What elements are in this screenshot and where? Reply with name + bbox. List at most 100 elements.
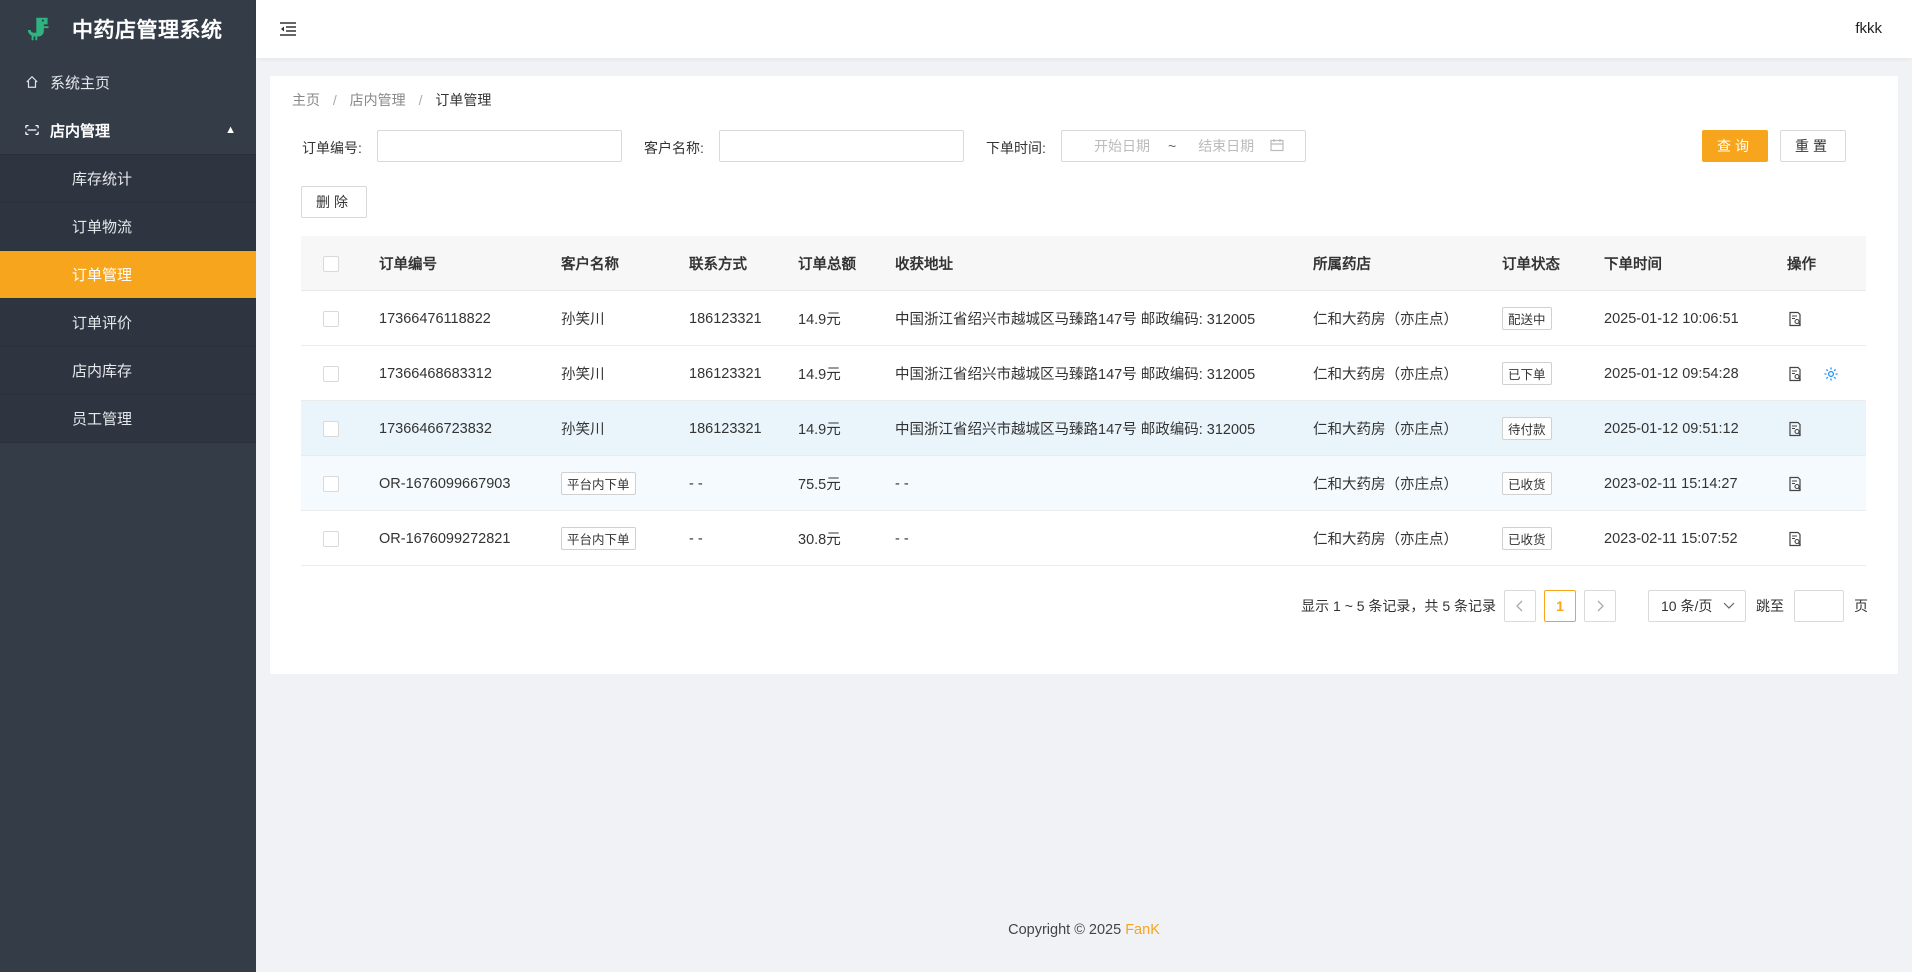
breadcrumb-current: 订单管理	[435, 92, 492, 108]
collapse-menu-icon[interactable]	[278, 19, 298, 39]
sidebar-group-label: 店内管理	[50, 122, 111, 140]
order-no-cell: 17366468683312	[379, 365, 492, 382]
column-header: 订单总额	[798, 257, 856, 273]
table-row[interactable]: OR-1676099667903 平台内下单 - - 75.5元 - - 仁和大…	[301, 456, 1866, 511]
table-row[interactable]: OR-1676099272821 平台内下单 - - 30.8元 - - 仁和大…	[301, 511, 1866, 566]
column-header: 订单编号	[379, 257, 437, 273]
order-no-cell: 17366476118822	[379, 310, 491, 327]
store-cell: 仁和大药房（亦庄点）	[1313, 477, 1458, 493]
start-date-placeholder: 开始日期	[1094, 138, 1150, 154]
customer-name-cell: 孙笑川	[561, 312, 605, 328]
table-row[interactable]: 17366476118822 孙笑川 186123321 14.9元 中国浙江省…	[301, 291, 1866, 346]
status-badge: 待付款	[1502, 417, 1552, 440]
sidebar-item-order-reviews[interactable]: 订单评价	[0, 299, 256, 347]
top-header: fkkk	[256, 0, 1912, 58]
order-no-cell: OR-1676099272821	[379, 530, 511, 547]
sidebar-item-home[interactable]: 系统主页	[0, 58, 256, 106]
prev-page-button[interactable]	[1504, 590, 1536, 622]
next-page-button[interactable]	[1584, 590, 1616, 622]
column-header: 所属药店	[1313, 257, 1371, 273]
sidebar-group-store-management[interactable]: 店内管理 ▲	[0, 106, 256, 154]
sidebar-item-staff-management[interactable]: 员工管理	[0, 395, 256, 443]
order-no-input[interactable]	[377, 130, 622, 162]
sidebar-item-store-inventory[interactable]: 店内库存	[0, 347, 256, 395]
view-detail-icon[interactable]	[1787, 421, 1803, 437]
column-header: 联系方式	[689, 257, 747, 273]
reset-button[interactable]: 重置	[1780, 130, 1846, 162]
date-range-separator: ~	[1168, 138, 1177, 154]
jump-page-input[interactable]	[1794, 590, 1844, 622]
store-cell: 仁和大药房（亦庄点）	[1313, 312, 1458, 328]
status-badge: 已收货	[1502, 472, 1552, 495]
table-header-row: 订单编号 客户名称 联系方式 订单总额 收获地址 所属药店 订单状态 下单时间 …	[301, 236, 1866, 291]
address-cell: - -	[895, 475, 909, 492]
store-cell: 仁和大药房（亦庄点）	[1313, 422, 1458, 438]
row-checkbox[interactable]	[323, 530, 339, 547]
view-detail-icon[interactable]	[1787, 476, 1803, 492]
sidebar: 中药店管理系统 系统主页 店内管理 ▲ 库存统计 订单物流 订单管理 订单评价 …	[0, 0, 256, 972]
sidebar-item-order-management[interactable]: 订单管理	[0, 251, 256, 299]
customer-name-label: 客户名称:	[644, 140, 704, 156]
address-cell: - -	[895, 530, 909, 547]
pagination: 显示 1 ~ 5 条记录，共 5 条记录 1 10 条/页 跳至 页	[1301, 590, 1868, 622]
amount-cell: 14.9元	[798, 367, 841, 383]
amount-cell: 14.9元	[798, 422, 841, 438]
select-all-checkbox[interactable]	[323, 255, 339, 272]
order-time-label: 下单时间:	[986, 140, 1046, 156]
breadcrumb-parent[interactable]: 店内管理	[350, 92, 406, 108]
pagination-summary: 显示 1 ~ 5 条记录，共 5 条记录	[1301, 598, 1496, 614]
sidebar-submenu: 库存统计 订单物流 订单管理 订单评价 店内库存 员工管理	[0, 154, 256, 443]
status-badge: 已下单	[1502, 362, 1552, 385]
chevron-left-icon	[1516, 600, 1523, 612]
page-suffix-label: 页	[1854, 598, 1868, 614]
phone-cell: - -	[689, 530, 703, 547]
view-detail-icon[interactable]	[1787, 531, 1803, 547]
sidebar-item-inventory-stats[interactable]: 库存统计	[0, 155, 256, 203]
address-cell: 中国浙江省绍兴市越城区马臻路147号 邮政编码: 312005	[895, 422, 1256, 438]
address-cell: 中国浙江省绍兴市越城区马臻路147号 邮政编码: 312005	[895, 312, 1256, 328]
app-title: 中药店管理系统	[72, 19, 223, 42]
order-time-cell: 2025-01-12 09:51:12	[1604, 420, 1739, 437]
phone-cell: 186123321	[689, 310, 762, 327]
status-badge: 配送中	[1502, 307, 1552, 330]
customer-name-cell: 孙笑川	[561, 367, 605, 383]
address-cell: 中国浙江省绍兴市越城区马臻路147号 邮政编码: 312005	[895, 367, 1256, 383]
table-row[interactable]: 17366468683312 孙笑川 186123321 14.9元 中国浙江省…	[301, 346, 1866, 401]
footer-brand-link[interactable]: FanK	[1125, 922, 1160, 938]
sidebar-item-order-logistics[interactable]: 订单物流	[0, 203, 256, 251]
customer-name-input[interactable]	[719, 130, 964, 162]
copyright-text: Copyright © 2025	[1008, 922, 1122, 938]
breadcrumb-home[interactable]: 主页	[292, 92, 320, 108]
row-checkbox[interactable]	[323, 475, 339, 492]
calendar-icon	[1270, 138, 1284, 155]
user-name[interactable]: fkkk	[1855, 20, 1882, 37]
row-checkbox[interactable]	[323, 365, 339, 382]
dinosaur-logo-icon	[27, 17, 49, 41]
breadcrumb-separator: /	[418, 92, 423, 108]
view-detail-icon[interactable]	[1787, 311, 1803, 327]
page-size-value: 10 条/页	[1661, 598, 1713, 614]
delete-button[interactable]: 删除	[301, 186, 367, 218]
order-no-cell: 17366466723832	[379, 420, 492, 437]
row-checkbox[interactable]	[323, 310, 339, 327]
end-date-placeholder: 结束日期	[1198, 138, 1255, 154]
main-card: 主页 / 店内管理 / 订单管理 订单编号: 客户名称: 下单时间: 开始日期 …	[270, 76, 1898, 674]
store-cell: 仁和大药房（亦庄点）	[1313, 367, 1458, 383]
order-no-label: 订单编号:	[302, 140, 362, 156]
amount-cell: 75.5元	[798, 477, 841, 493]
view-detail-icon[interactable]	[1787, 366, 1803, 382]
order-time-cell: 2023-02-11 15:07:52	[1604, 530, 1738, 547]
home-icon	[24, 74, 40, 90]
page-button-1[interactable]: 1	[1544, 590, 1576, 622]
gear-icon[interactable]	[1823, 366, 1839, 382]
date-range-picker[interactable]: 开始日期 ~ 结束日期	[1061, 130, 1306, 162]
table-row[interactable]: 17366466723832 孙笑川 186123321 14.9元 中国浙江省…	[301, 401, 1866, 456]
filter-form: 订单编号: 客户名称: 下单时间: 开始日期 ~ 结束日期 查询 重置	[302, 130, 1882, 162]
phone-cell: 186123321	[689, 365, 762, 382]
row-checkbox[interactable]	[323, 420, 339, 437]
page-size-select[interactable]: 10 条/页	[1648, 590, 1746, 622]
status-badge: 已收货	[1502, 527, 1552, 550]
order-time-cell: 2025-01-12 09:54:28	[1604, 365, 1739, 382]
breadcrumb: 主页 / 店内管理 / 订单管理	[292, 90, 491, 110]
query-button[interactable]: 查询	[1702, 130, 1768, 162]
